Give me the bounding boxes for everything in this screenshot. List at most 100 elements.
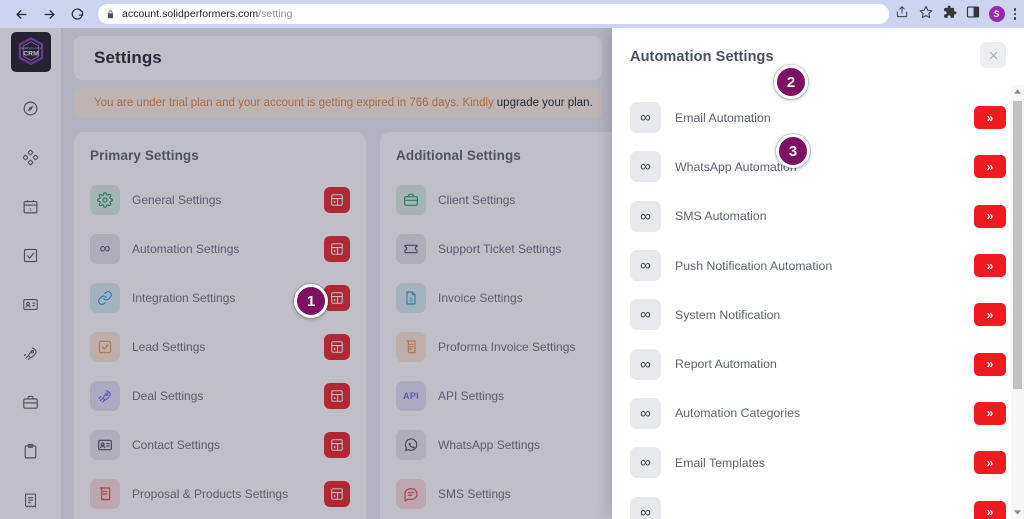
drawer-row[interactable]: ∞ Report Automation » bbox=[630, 339, 1006, 388]
infinity-icon: ∞ bbox=[630, 496, 661, 519]
settings-panel-icon[interactable] bbox=[324, 431, 350, 458]
settings-row[interactable]: General Settings bbox=[90, 175, 350, 224]
app-logo[interactable]: SolidPerformers CRM bbox=[10, 32, 51, 72]
settings-panel-icon[interactable] bbox=[324, 235, 350, 262]
settings-row[interactable]: ∞ Automation Settings bbox=[90, 224, 350, 273]
settings-page: Settings You are under trial plan and yo… bbox=[62, 28, 672, 519]
briefcase-icon bbox=[396, 184, 426, 215]
share-icon[interactable] bbox=[895, 5, 909, 24]
back-arrow-icon[interactable] bbox=[8, 1, 34, 27]
star-icon[interactable] bbox=[919, 5, 933, 24]
step-badge-3: 3 bbox=[776, 134, 810, 168]
sidebar-item-invoices[interactable] bbox=[10, 476, 52, 519]
receipt-icon bbox=[396, 331, 426, 362]
contact-card-icon bbox=[90, 429, 120, 460]
profile-avatar[interactable]: S bbox=[988, 6, 1005, 22]
sidebar-item-deals[interactable] bbox=[10, 329, 52, 378]
infinity-icon: ∞ bbox=[630, 447, 661, 479]
sms-icon bbox=[396, 478, 426, 509]
upgrade-plan-link[interactable]: upgrade your plan. bbox=[497, 97, 593, 109]
sidebar-item-dashboard[interactable] bbox=[10, 84, 52, 133]
receipt-icon bbox=[22, 492, 39, 509]
drawer-row[interactable]: ∞ Email Automation » bbox=[630, 93, 1006, 142]
drawer-row-label: System Notification bbox=[675, 307, 781, 322]
sidebar-item-proposals[interactable] bbox=[10, 427, 52, 476]
clipboard-icon bbox=[22, 443, 39, 460]
settings-row[interactable]: Deal Settings bbox=[90, 371, 350, 420]
settings-row-label: SMS Settings bbox=[438, 486, 511, 501]
page-header: Settings bbox=[74, 36, 602, 80]
settings-row-label: Support Ticket Settings bbox=[438, 241, 562, 256]
kebab-menu-icon[interactable] bbox=[1013, 8, 1016, 20]
drawer-row[interactable]: ∞» bbox=[630, 487, 1006, 519]
drawer-row[interactable]: ∞ Automation Categories » bbox=[630, 389, 1006, 438]
scrollbar-thumb[interactable] bbox=[1013, 101, 1022, 389]
sidebar-item-clients[interactable] bbox=[10, 378, 52, 427]
settings-panel-icon[interactable] bbox=[324, 284, 350, 311]
left-nav-sidebar: SolidPerformers CRM 1 bbox=[0, 28, 62, 519]
drawer-row[interactable]: ∞ Email Templates » bbox=[630, 438, 1006, 487]
proposal-icon bbox=[90, 478, 120, 509]
settings-row-label: API Settings bbox=[438, 388, 505, 403]
double-chevron-right-icon[interactable]: » bbox=[974, 401, 1006, 425]
settings-panel-icon[interactable] bbox=[324, 186, 350, 213]
primary-settings-heading: Primary Settings bbox=[90, 148, 199, 163]
double-chevron-right-icon[interactable]: » bbox=[974, 204, 1006, 228]
double-chevron-right-icon[interactable]: » bbox=[974, 254, 1006, 278]
double-chevron-right-icon[interactable]: » bbox=[974, 106, 1006, 130]
invoice-document-icon: $ bbox=[396, 282, 426, 313]
sidebar-item-apps[interactable] bbox=[10, 133, 52, 182]
settings-row[interactable]: Lead Settings bbox=[90, 322, 350, 371]
sidebar-item-tasks[interactable] bbox=[10, 231, 52, 280]
whatsapp-icon bbox=[396, 429, 426, 460]
settings-row-label: Deal Settings bbox=[132, 388, 204, 403]
double-chevron-right-icon[interactable]: » bbox=[974, 500, 1006, 519]
scroll-down-arrow-icon[interactable] bbox=[1011, 506, 1024, 519]
trial-plan-banner: You are under trial plan and your accoun… bbox=[74, 88, 602, 118]
drawer-row-label: WhatsApp Automation bbox=[675, 159, 797, 174]
step-badge-1: 1 bbox=[294, 284, 328, 318]
drawer-row[interactable]: ∞ SMS Automation » bbox=[630, 192, 1006, 241]
settings-panel-icon[interactable] bbox=[324, 382, 350, 409]
sidebar-item-calendar[interactable]: 1 bbox=[10, 182, 52, 231]
app-window: SolidPerformers CRM 1 Settings You are u… bbox=[0, 28, 1024, 519]
drawer-row-label: Report Automation bbox=[675, 357, 777, 372]
settings-row-label: General Settings bbox=[132, 192, 222, 207]
calendar-icon: 1 bbox=[22, 198, 39, 215]
drawer-item-list: ∞ Email Automation» ∞ WhatsApp Automation» ∞… bbox=[612, 85, 1024, 519]
forward-arrow-icon[interactable] bbox=[36, 1, 62, 27]
double-chevron-right-icon[interactable]: » bbox=[974, 303, 1006, 327]
side-panel-icon[interactable] bbox=[966, 5, 980, 24]
settings-row-label: Proposal & Products Settings bbox=[132, 486, 289, 501]
settings-row[interactable]: Contact Settings bbox=[90, 420, 350, 469]
settings-panel-icon[interactable] bbox=[324, 480, 350, 507]
drawer-row-label: SMS Automation bbox=[675, 209, 767, 224]
double-chevron-right-icon[interactable]: » bbox=[974, 352, 1006, 376]
infinity-icon: ∞ bbox=[630, 299, 661, 331]
settings-row-label: Contact Settings bbox=[132, 437, 221, 452]
drawer-row[interactable]: ∞ WhatsApp Automation » bbox=[630, 142, 1006, 191]
sidebar-item-contacts[interactable] bbox=[10, 280, 52, 329]
puzzle-piece-icon[interactable] bbox=[943, 5, 957, 24]
reload-icon[interactable] bbox=[64, 1, 90, 27]
drawer-scrollbar[interactable] bbox=[1011, 85, 1024, 519]
settings-row-label: Invoice Settings bbox=[438, 290, 523, 305]
infinity-icon: ∞ bbox=[630, 151, 661, 183]
close-icon[interactable] bbox=[980, 42, 1006, 68]
briefcase-icon bbox=[22, 394, 39, 411]
settings-row-label: Client Settings bbox=[438, 192, 516, 207]
settings-row[interactable]: Proposal & Products Settings bbox=[90, 469, 350, 518]
double-chevron-right-icon[interactable]: » bbox=[974, 155, 1006, 179]
ticket-icon bbox=[396, 233, 426, 264]
drawer-row[interactable]: ∞ System Notification » bbox=[630, 290, 1006, 339]
scroll-up-arrow-icon[interactable] bbox=[1011, 85, 1024, 98]
settings-panel-icon[interactable] bbox=[324, 333, 350, 360]
lock-icon bbox=[106, 9, 115, 20]
infinity-icon: ∞ bbox=[630, 348, 661, 380]
api-icon: API bbox=[396, 380, 426, 411]
infinity-icon: ∞ bbox=[630, 102, 661, 134]
double-chevron-right-icon[interactable]: » bbox=[974, 451, 1006, 475]
drawer-row[interactable]: ∞ Push Notification Automation » bbox=[630, 241, 1006, 290]
step-badge-2: 2 bbox=[774, 65, 808, 99]
address-bar[interactable]: account.solidperformers.com/setting bbox=[98, 4, 889, 24]
